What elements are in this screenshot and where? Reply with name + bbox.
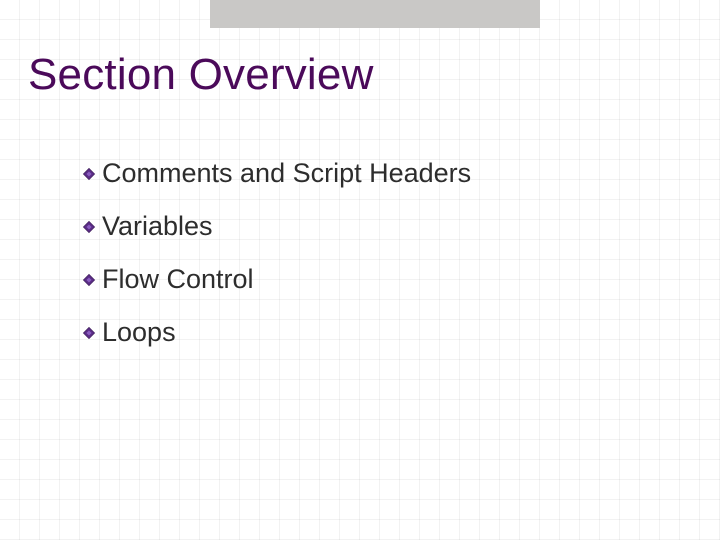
diamond-bullet-icon	[82, 273, 96, 287]
diamond-bullet-icon	[82, 326, 96, 340]
list-item-label: Comments and Script Headers	[102, 160, 471, 187]
diamond-bullet-icon	[82, 220, 96, 234]
list-item: Variables	[82, 213, 471, 240]
slide: Section Overview Comments and Script Hea…	[0, 0, 720, 540]
list-item-label: Variables	[102, 213, 213, 240]
top-accent-bar	[210, 0, 540, 28]
diamond-bullet-icon	[82, 167, 96, 181]
list-item-label: Flow Control	[102, 266, 254, 293]
list-item: Comments and Script Headers	[82, 160, 471, 187]
list-item-label: Loops	[102, 319, 176, 346]
bullet-list: Comments and Script Headers Variables Fl…	[82, 160, 471, 372]
list-item: Loops	[82, 319, 471, 346]
slide-title: Section Overview	[28, 50, 374, 100]
list-item: Flow Control	[82, 266, 471, 293]
